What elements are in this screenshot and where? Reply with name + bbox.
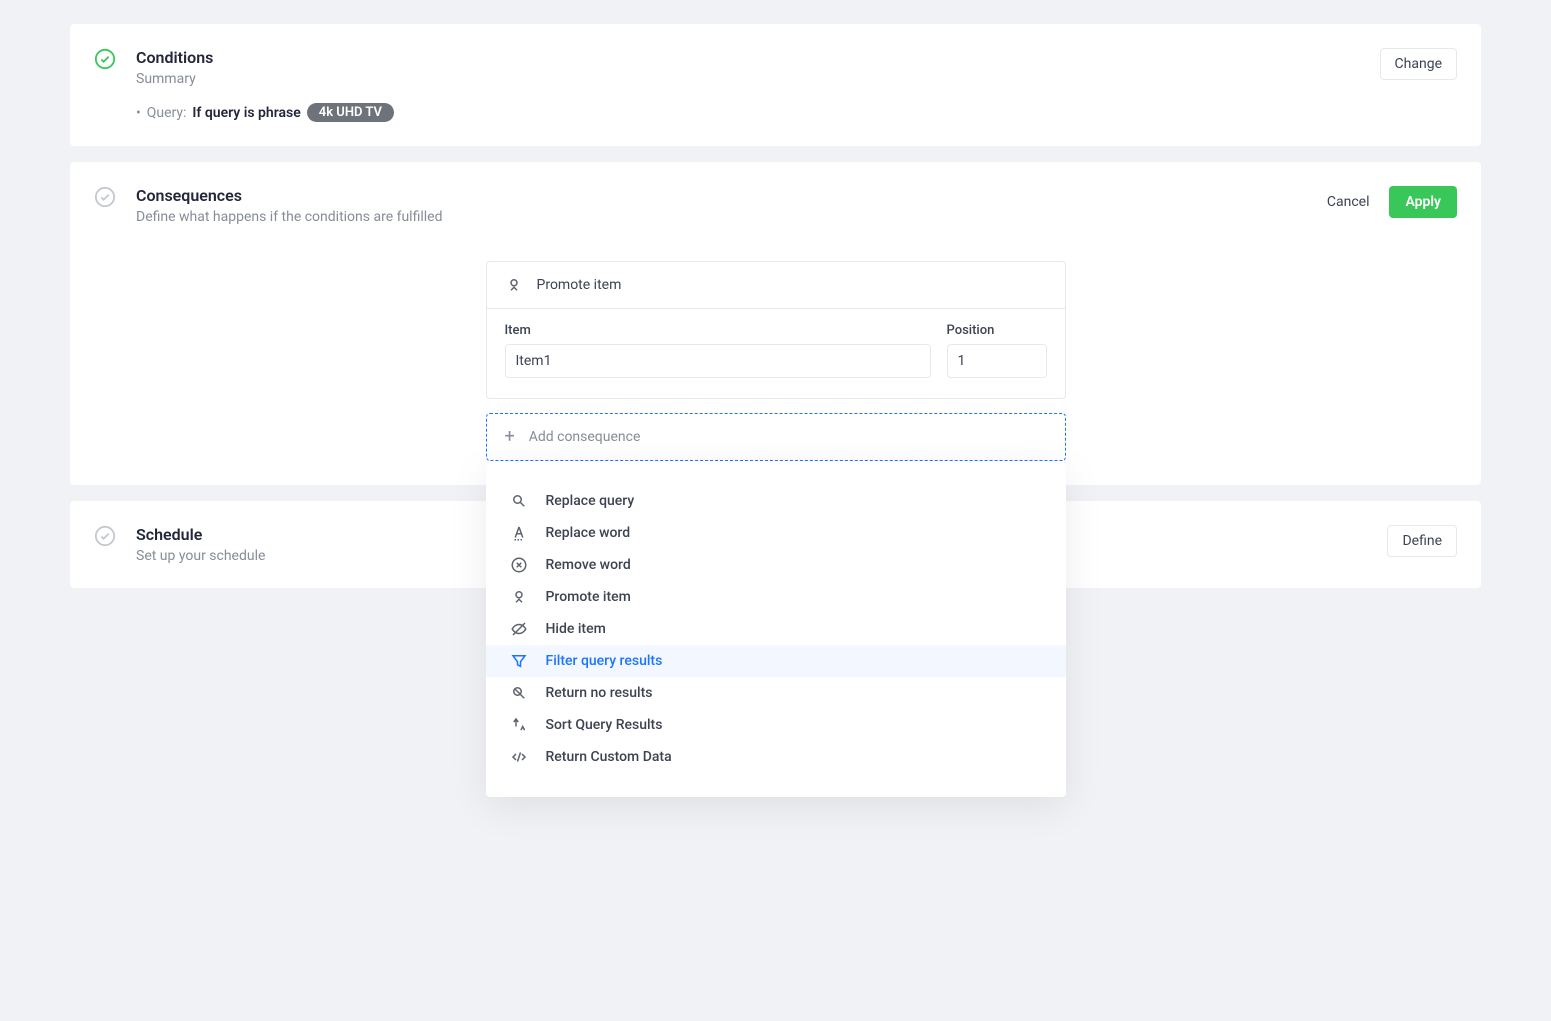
menu-replace-query-label: Replace query <box>546 493 635 509</box>
conditions-subtitle: Summary <box>136 71 1360 87</box>
position-field-label: Position <box>947 323 1047 338</box>
consequences-card: Consequences Define what happens if the … <box>70 162 1481 485</box>
menu-filter-query-results[interactable]: Filter query results <box>486 645 1066 677</box>
check-circle-icon <box>94 525 116 547</box>
check-circle-icon <box>94 48 116 70</box>
menu-hide-item[interactable]: Hide item <box>486 613 1066 645</box>
menu-remove-word[interactable]: Remove word <box>486 549 1066 581</box>
menu-return-no-results-label: Return no results <box>546 685 653 701</box>
plus-icon: + <box>505 428 515 446</box>
consequences-subtitle: Define what happens if the conditions ar… <box>136 209 1297 225</box>
promote-item-box: Promote item Item Position <box>486 261 1066 399</box>
promote-icon <box>505 276 523 294</box>
item-input[interactable] <box>505 344 931 378</box>
hide-item-icon <box>510 620 528 638</box>
replace-word-icon <box>510 524 528 542</box>
bullet-icon: • <box>136 105 141 121</box>
sort-icon <box>510 716 528 734</box>
query-value-pill: 4k UHD TV <box>307 103 394 122</box>
filter-icon <box>510 652 528 670</box>
remove-word-icon <box>510 556 528 574</box>
menu-hide-item-label: Hide item <box>546 621 606 637</box>
apply-button[interactable]: Apply <box>1389 186 1457 218</box>
code-icon <box>510 748 528 766</box>
add-consequence-label: Add consequence <box>529 429 641 445</box>
menu-return-no-results[interactable]: Return no results <box>486 677 1066 709</box>
menu-replace-word[interactable]: Replace word <box>486 517 1066 549</box>
query-text: If query is phrase <box>192 105 300 121</box>
menu-return-custom-data[interactable]: Return Custom Data <box>486 741 1066 773</box>
menu-sort-query-results[interactable]: Sort Query Results <box>486 709 1066 741</box>
consequence-type-dropdown: Replace query Replace word Remove word <box>486 461 1066 797</box>
menu-return-custom-data-label: Return Custom Data <box>546 749 672 765</box>
check-circle-icon <box>94 186 116 208</box>
add-consequence-button[interactable]: + Add consequence <box>486 413 1066 461</box>
menu-filter-query-results-label: Filter query results <box>546 653 663 669</box>
consequences-title-block: Consequences Define what happens if the … <box>136 186 1297 225</box>
conditions-title-block: Conditions Summary <box>136 48 1360 87</box>
define-button[interactable]: Define <box>1387 525 1457 557</box>
promote-item-body: Item Position <box>487 309 1065 398</box>
menu-replace-word-label: Replace word <box>546 525 631 541</box>
menu-replace-query[interactable]: Replace query <box>486 485 1066 517</box>
conditions-card: Conditions Summary Change • Query: If qu… <box>70 24 1481 146</box>
promote-item-label: Promote item <box>537 277 622 293</box>
return-no-results-icon <box>510 684 528 702</box>
change-button[interactable]: Change <box>1380 48 1457 80</box>
consequences-editor: Promote item Item Position + Add consequ… <box>486 261 1066 461</box>
conditions-header: Conditions Summary Change <box>94 48 1457 87</box>
position-field: Position <box>947 323 1047 378</box>
menu-promote-item[interactable]: Promote item <box>486 581 1066 613</box>
consequences-header: Consequences Define what happens if the … <box>94 186 1457 225</box>
item-field-label: Item <box>505 323 931 338</box>
promote-item-icon <box>510 588 528 606</box>
query-label: Query: <box>147 105 187 121</box>
cancel-button[interactable]: Cancel <box>1317 187 1380 217</box>
menu-promote-item-label: Promote item <box>546 589 631 605</box>
item-field: Item <box>505 323 931 378</box>
conditions-title: Conditions <box>136 48 1360 67</box>
promote-item-header: Promote item <box>487 262 1065 309</box>
replace-query-icon <box>510 492 528 510</box>
menu-remove-word-label: Remove word <box>546 557 631 573</box>
query-summary-line: • Query: If query is phrase 4k UHD TV <box>136 103 1457 122</box>
consequences-title: Consequences <box>136 186 1297 205</box>
position-input[interactable] <box>947 344 1047 378</box>
conditions-summary: • Query: If query is phrase 4k UHD TV <box>136 103 1457 122</box>
menu-sort-query-results-label: Sort Query Results <box>546 717 663 733</box>
